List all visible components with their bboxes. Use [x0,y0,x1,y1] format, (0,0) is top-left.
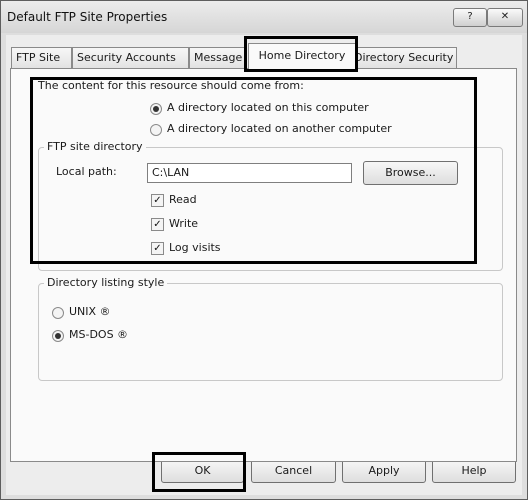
radio-ms-dos-label[interactable]: MS-DOS ® [69,328,128,341]
listing-style-legend: Directory listing style [44,276,168,289]
tab-ftp-site[interactable]: FTP Site [11,47,72,68]
tab-message[interactable]: Message [189,47,247,68]
radio-unix-label[interactable]: UNIX ® [69,305,111,318]
highlight-box-ok [152,452,246,492]
title-bar: Default FTP Site Properties ? ✕ [1,1,527,33]
help-title-button[interactable]: ? [453,8,487,27]
close-button[interactable]: ✕ [487,8,523,27]
tab-security-accounts[interactable]: Security Accounts [72,47,189,68]
tab-directory-security[interactable]: Directory Security [356,47,457,68]
apply-button[interactable]: Apply [342,459,426,483]
radio-ms-dos[interactable] [52,330,64,342]
cancel-button[interactable]: Cancel [251,459,336,483]
window-title: Default FTP Site Properties [7,10,168,24]
radio-unix[interactable] [52,307,64,319]
highlight-box-tab [244,36,358,72]
help-button[interactable]: Help [432,459,516,483]
highlight-box-content [30,77,477,264]
